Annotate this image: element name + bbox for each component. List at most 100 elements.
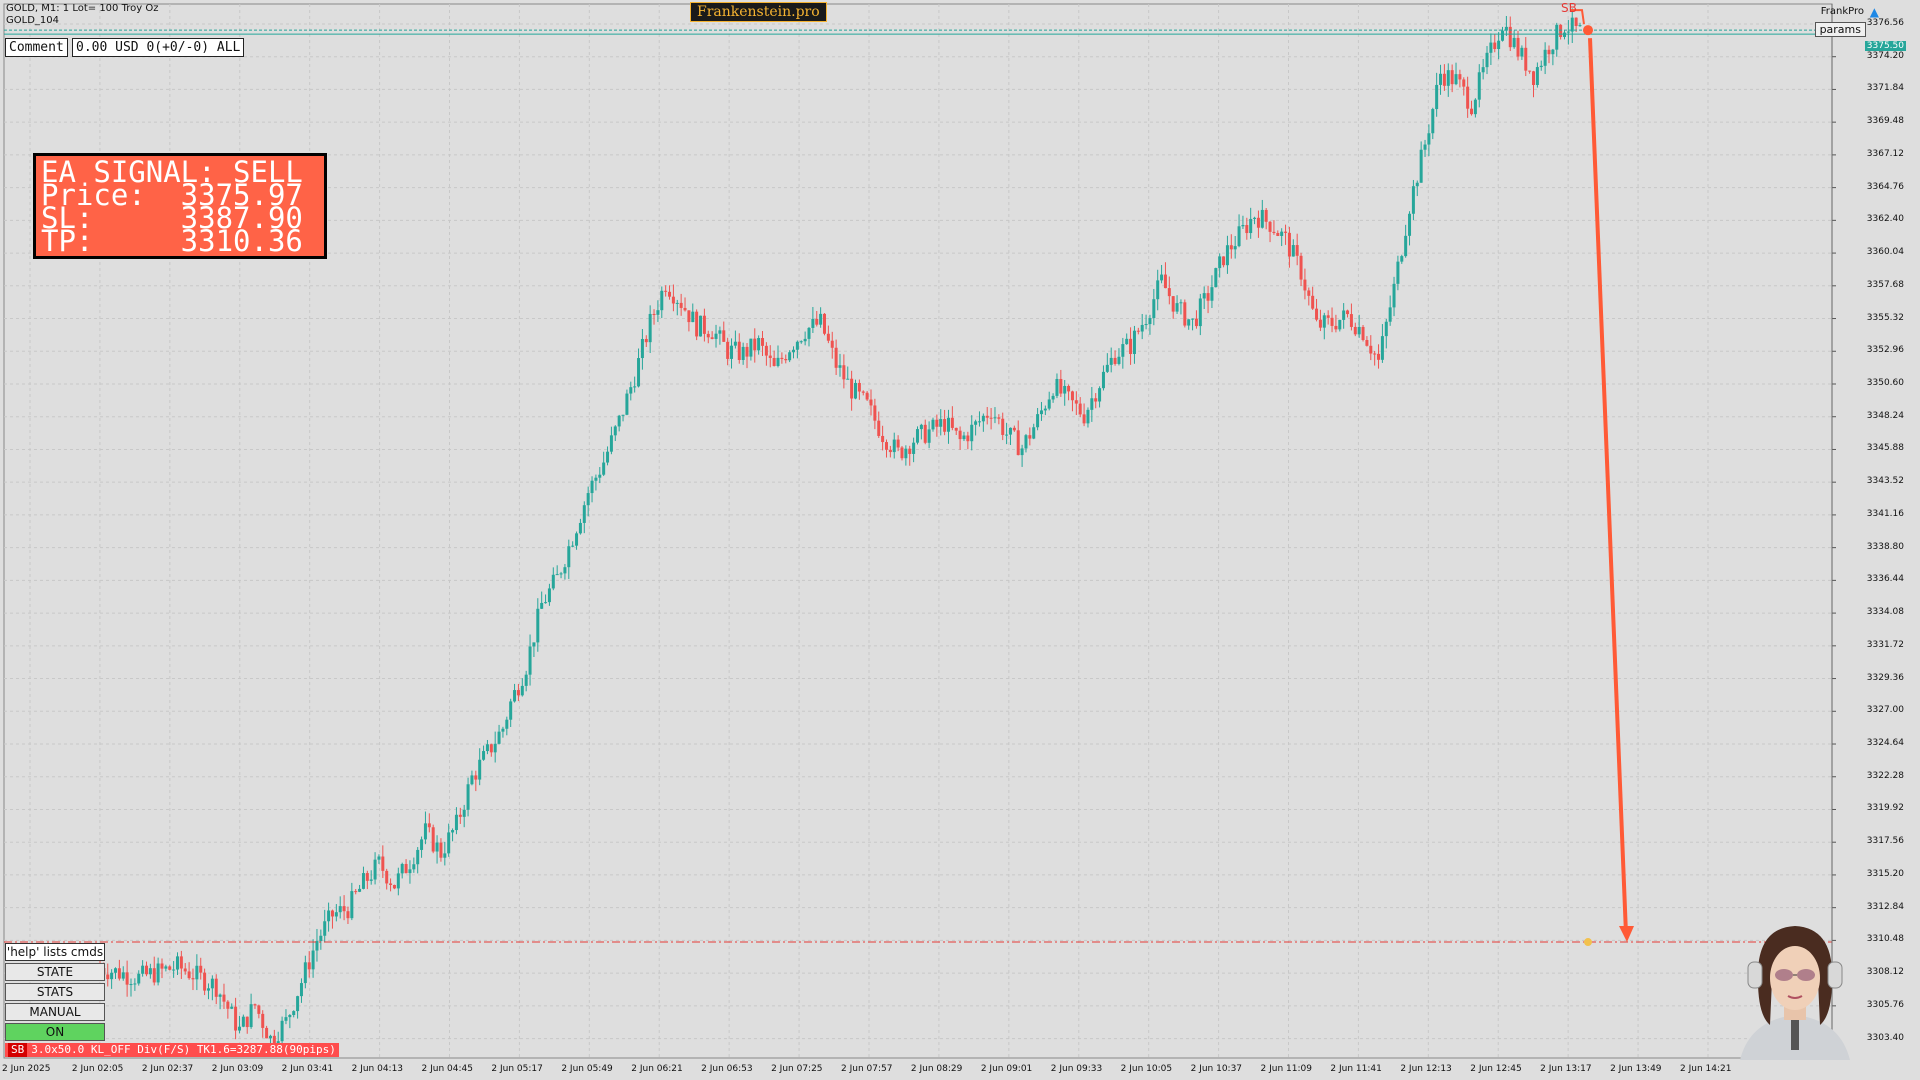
comment-value: 0.00 USD 0(+0/-0) ALL [72,38,245,57]
candle-body [811,318,815,328]
sell-arrow-shaft [1588,38,1628,935]
candle-body [1148,318,1152,325]
time-tick-label: 2 Jun 04:45 [421,1064,473,1074]
candle-body [1214,268,1218,288]
candle-body [373,859,377,880]
candle-body [1187,319,1191,326]
candle-body [338,906,342,913]
candle-body [489,744,493,753]
comment-button[interactable]: Comment [5,38,68,57]
candle-body [853,382,857,399]
candle-body [943,419,947,432]
candle-body [520,685,524,696]
candle-body [307,962,311,970]
candle-body [427,823,431,828]
candle-body [1299,255,1303,280]
candle-body [1373,353,1377,355]
candle-body [699,315,703,337]
brand-logo[interactable]: Frankenstein.pro [690,2,827,22]
price-tick-label: 3334.08 [1866,607,1904,618]
candle-body [613,426,617,436]
candle-body [606,451,610,463]
candle-body [1264,209,1268,222]
candle-body [1481,67,1485,73]
candle-body [989,417,993,419]
candle-body [923,424,927,443]
candle-body [288,1015,292,1018]
candle-body [466,784,470,810]
candle-body [691,311,695,323]
price-tick-label: 3331.72 [1866,639,1904,650]
candle-body [470,775,474,785]
candle-body [342,906,346,912]
candle-body [764,345,768,356]
price-tick-label: 3360.04 [1866,247,1904,258]
time-tick-label: 2 Jun 08:29 [910,1064,963,1074]
candle-body [1466,86,1470,109]
candle-body [458,814,462,817]
price-tick-label: 3317.56 [1866,836,1904,847]
candle-body [1191,318,1195,320]
on-toggle[interactable]: ON [5,1023,105,1041]
candle-body [869,399,873,406]
candle-body [516,690,520,696]
time-tick-label: 2 Jun 03:09 [211,1064,264,1074]
candle-body [1098,388,1102,402]
stats-button[interactable]: STATS [5,983,105,1001]
candle-body [575,533,579,546]
candle-body [443,853,447,858]
candle-body [714,333,718,339]
candle-body [648,313,652,343]
time-tick-label: 2 Jun 06:21 [631,1064,683,1074]
candle-body [617,415,621,427]
candle-body [206,988,210,991]
price-tick-label: 3343.52 [1866,476,1904,487]
candle-body [1229,245,1233,250]
candle-body [381,856,385,871]
candle-body [237,1026,241,1031]
time-tick-label: 2 Jun 07:25 [771,1064,823,1074]
candle-body [1225,245,1229,266]
candle-body [1574,17,1578,26]
candle-body [892,439,896,453]
price-tick-label: 3345.88 [1866,443,1904,454]
candle-body [974,421,978,425]
candle-body [1303,279,1307,291]
candle-body [164,966,168,969]
params-button[interactable]: params [1814,22,1866,37]
candle-body [857,382,861,392]
candle-body [799,341,803,343]
candle-body [1160,274,1164,281]
price-tick-label: 3312.84 [1866,901,1904,912]
price-tick-label: 3357.68 [1866,279,1904,290]
price-tick-label: 3327.00 [1866,705,1904,716]
price-tick-label: 3310.48 [1866,934,1904,945]
candle-body [125,972,129,985]
candle-body [1450,70,1454,85]
candle-body [675,302,679,304]
state-button[interactable]: STATE [5,963,105,981]
candle-body [1307,290,1311,296]
candle-body [1032,427,1036,439]
candle-body [396,873,400,889]
manual-button[interactable]: MANUAL [5,1003,105,1021]
candle-body [563,567,567,574]
time-tick-label: 2 Jun 10:05 [1120,1064,1173,1074]
candle-body [695,311,699,337]
candle-body [1570,17,1574,32]
sb-marker: SB [1561,1,1577,15]
time-tick-label: 2 Jun 09:01 [980,1064,1033,1074]
price-tick-label: 3376.56 [1866,17,1904,28]
candle-body [175,956,179,970]
candle-body [1063,385,1067,394]
candle-body [222,994,226,1002]
candle-body [877,420,881,436]
time-tick-label: 2 Jun 10:37 [1190,1064,1243,1074]
candle-body [1535,67,1539,85]
candle-body [1218,256,1222,269]
candle-body [431,827,435,852]
candle-body [183,968,187,972]
candle-body [439,842,443,858]
price-tick-label: 3308.12 [1866,967,1904,978]
candle-body [1330,317,1334,326]
